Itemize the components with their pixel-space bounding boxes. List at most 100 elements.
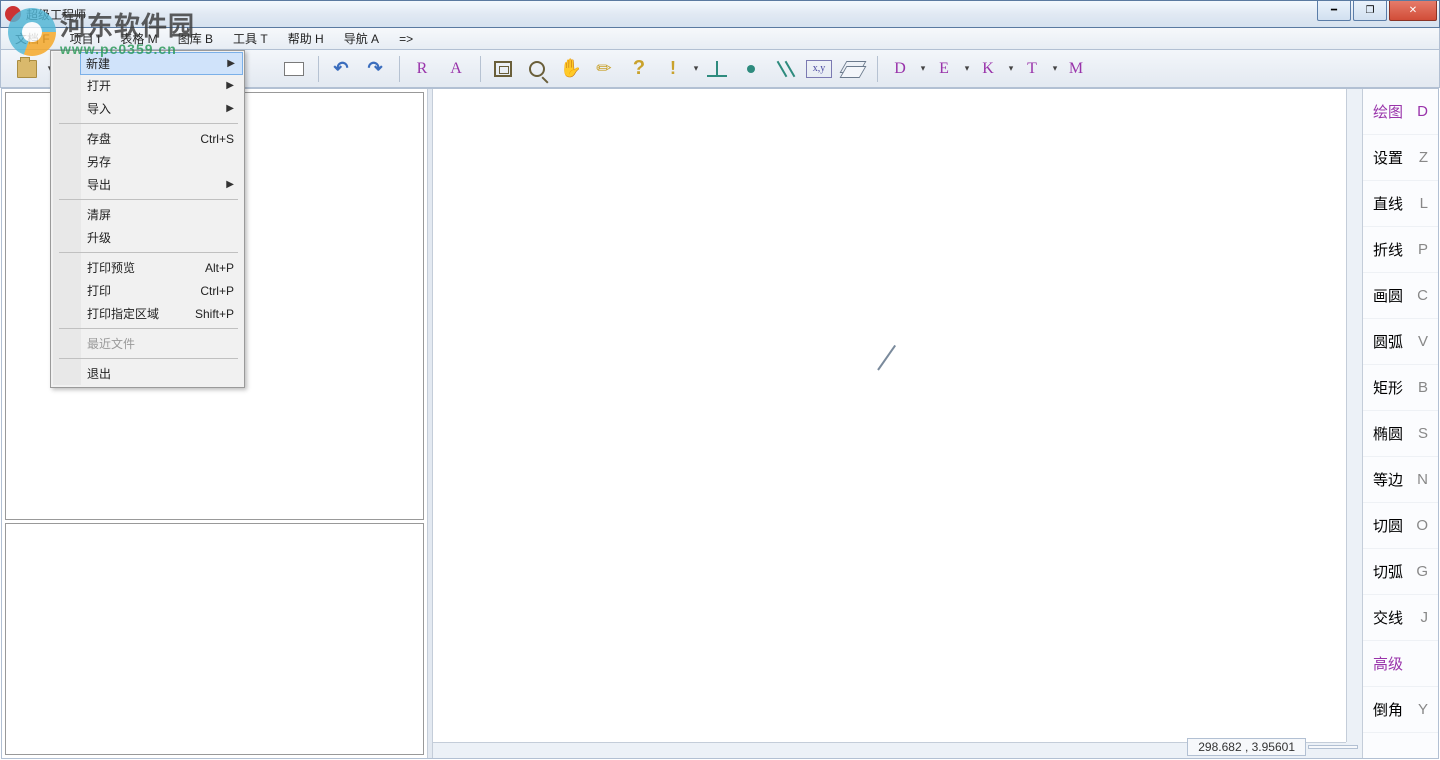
- toolbar-k-button[interactable]: K: [972, 54, 1004, 84]
- menu-file[interactable]: 文档 F: [5, 28, 60, 49]
- right-tool-2[interactable]: 直线L: [1363, 181, 1438, 227]
- menu-more[interactable]: =>: [389, 30, 423, 48]
- right-tool-4[interactable]: 画圆C: [1363, 273, 1438, 319]
- menu-item-save[interactable]: 存盘 Ctrl+S: [81, 127, 242, 150]
- toolbar-parallel-button[interactable]: [769, 54, 801, 84]
- canvas-scrollbar-vertical[interactable]: [1346, 89, 1362, 742]
- menu-item-print-region[interactable]: 打印指定区域 Shift+P: [81, 302, 242, 325]
- menu-item-upgrade[interactable]: 升级: [81, 226, 242, 249]
- right-tool-12[interactable]: 高级: [1363, 641, 1438, 687]
- right-tool-key: D: [1417, 103, 1428, 120]
- right-tool-8[interactable]: 等边N: [1363, 457, 1438, 503]
- menu-item-print[interactable]: 打印 Ctrl+P: [81, 279, 242, 302]
- menu-item-clear[interactable]: 清屏: [81, 203, 242, 226]
- toolbar-e-dropdown[interactable]: ▾: [962, 63, 972, 74]
- menu-project[interactable]: 项目 I: [60, 28, 111, 49]
- right-tool-6[interactable]: 矩形B: [1363, 365, 1438, 411]
- close-button[interactable]: ✕: [1389, 1, 1437, 21]
- menu-item-label: 打印预览: [87, 259, 135, 276]
- menu-nav[interactable]: 导航 A: [334, 28, 389, 49]
- toolbar-redo-button[interactable]: ↷: [359, 54, 391, 84]
- zoom-window-icon: [494, 61, 512, 77]
- right-tool-13[interactable]: 倒角Y: [1363, 687, 1438, 733]
- right-tool-label: 设置: [1373, 147, 1403, 168]
- toolbar-separator: [480, 56, 481, 82]
- menu-item-preview[interactable]: 打印预览 Alt+P: [81, 256, 242, 279]
- right-tool-label: 绘图: [1373, 101, 1403, 122]
- toolbar-xy-button[interactable]: x,y: [803, 54, 835, 84]
- submenu-arrow-icon: ▶: [227, 58, 235, 69]
- menu-item-export[interactable]: 导出 ▶: [81, 173, 242, 196]
- menu-library[interactable]: 图库 B: [168, 28, 223, 49]
- maximize-button[interactable]: ❐: [1353, 1, 1387, 21]
- rectangle-icon: [284, 62, 304, 76]
- menu-separator: [59, 358, 238, 359]
- menu-help[interactable]: 帮助 H: [278, 28, 334, 49]
- right-tool-10[interactable]: 切弧G: [1363, 549, 1438, 595]
- letter-k-icon: K: [982, 60, 994, 78]
- toolbar-t-dropdown[interactable]: ▾: [1050, 63, 1060, 74]
- right-tool-label: 倒角: [1373, 699, 1403, 720]
- minimize-button[interactable]: ━: [1317, 1, 1351, 21]
- toolbar-k-dropdown[interactable]: ▾: [1006, 63, 1016, 74]
- toolbar-rect-button[interactable]: [278, 54, 310, 84]
- toolbar-d-dropdown[interactable]: ▾: [918, 63, 928, 74]
- toolbar-open-button[interactable]: [11, 54, 43, 84]
- menu-item-new[interactable]: 新建 ▶: [80, 52, 243, 75]
- menu-item-shortcut: Shift+P: [195, 307, 234, 321]
- toolbar-pan-button[interactable]: ✋: [555, 54, 587, 84]
- undo-icon: ↶: [333, 58, 348, 79]
- right-tool-key: S: [1418, 425, 1428, 442]
- menu-item-label: 退出: [87, 365, 111, 382]
- toolbar-zoomwin-button[interactable]: [487, 54, 519, 84]
- toolbar-layers-button[interactable]: [837, 54, 869, 84]
- letter-t-icon: T: [1027, 60, 1037, 78]
- toolbar-perp-button[interactable]: [701, 54, 733, 84]
- toolbar-zoom-button[interactable]: [521, 54, 553, 84]
- menu-item-saveas[interactable]: 另存: [81, 150, 242, 173]
- app-icon: [5, 6, 21, 22]
- letter-m-icon: M: [1069, 60, 1083, 78]
- menu-table[interactable]: 表格 M: [110, 28, 167, 49]
- right-tool-1[interactable]: 设置Z: [1363, 135, 1438, 181]
- right-tool-label: 交线: [1373, 607, 1403, 628]
- menu-tools[interactable]: 工具 T: [223, 28, 278, 49]
- left-bottom-panel[interactable]: [5, 523, 424, 755]
- right-tool-3[interactable]: 折线P: [1363, 227, 1438, 273]
- dot-icon: [747, 65, 755, 73]
- toolbar-d-button[interactable]: D: [884, 54, 916, 84]
- toolbar-e-button[interactable]: E: [928, 54, 960, 84]
- right-tool-9[interactable]: 切圆O: [1363, 503, 1438, 549]
- drawing-canvas[interactable]: [433, 89, 1362, 758]
- menu-item-label: 存盘: [87, 130, 111, 147]
- right-tool-0[interactable]: 绘图 D: [1363, 89, 1438, 135]
- toolbar-pencil-button[interactable]: ✎: [589, 54, 621, 84]
- toolbar-m-button[interactable]: M: [1060, 54, 1092, 84]
- toolbar-a-button[interactable]: A: [440, 54, 472, 84]
- toolbar-help-button[interactable]: ?: [623, 54, 655, 84]
- menu-item-label: 打开: [87, 77, 111, 94]
- right-tool-11[interactable]: 交线J: [1363, 595, 1438, 641]
- toolbar-alert-button[interactable]: !: [657, 54, 689, 84]
- right-tool-key: C: [1417, 287, 1428, 304]
- pencil-icon: ✎: [592, 56, 618, 82]
- right-tool-7[interactable]: 椭圆S: [1363, 411, 1438, 457]
- letter-a-icon: A: [450, 60, 462, 78]
- folder-icon: [17, 60, 37, 78]
- right-tool-label: 圆弧: [1373, 331, 1403, 352]
- right-tool-label: 切弧: [1373, 561, 1403, 582]
- toolbar-alert-dropdown[interactable]: ▾: [691, 63, 701, 74]
- right-tool-label: 等边: [1373, 469, 1403, 490]
- menu-item-open[interactable]: 打开 ▶: [81, 74, 242, 97]
- right-tool-5[interactable]: 圆弧V: [1363, 319, 1438, 365]
- menu-item-exit[interactable]: 退出: [81, 362, 242, 385]
- menu-item-label: 升级: [87, 229, 111, 246]
- toolbar-r-button[interactable]: R: [406, 54, 438, 84]
- toolbar-dot-button[interactable]: [735, 54, 767, 84]
- submenu-arrow-icon: ▶: [226, 103, 234, 114]
- toolbar-t-button[interactable]: T: [1016, 54, 1048, 84]
- toolbar-undo-button[interactable]: ↶: [325, 54, 357, 84]
- menu-item-label: 另存: [87, 153, 111, 170]
- menu-item-recent: 最近文件: [81, 332, 242, 355]
- menu-item-import[interactable]: 导入 ▶: [81, 97, 242, 120]
